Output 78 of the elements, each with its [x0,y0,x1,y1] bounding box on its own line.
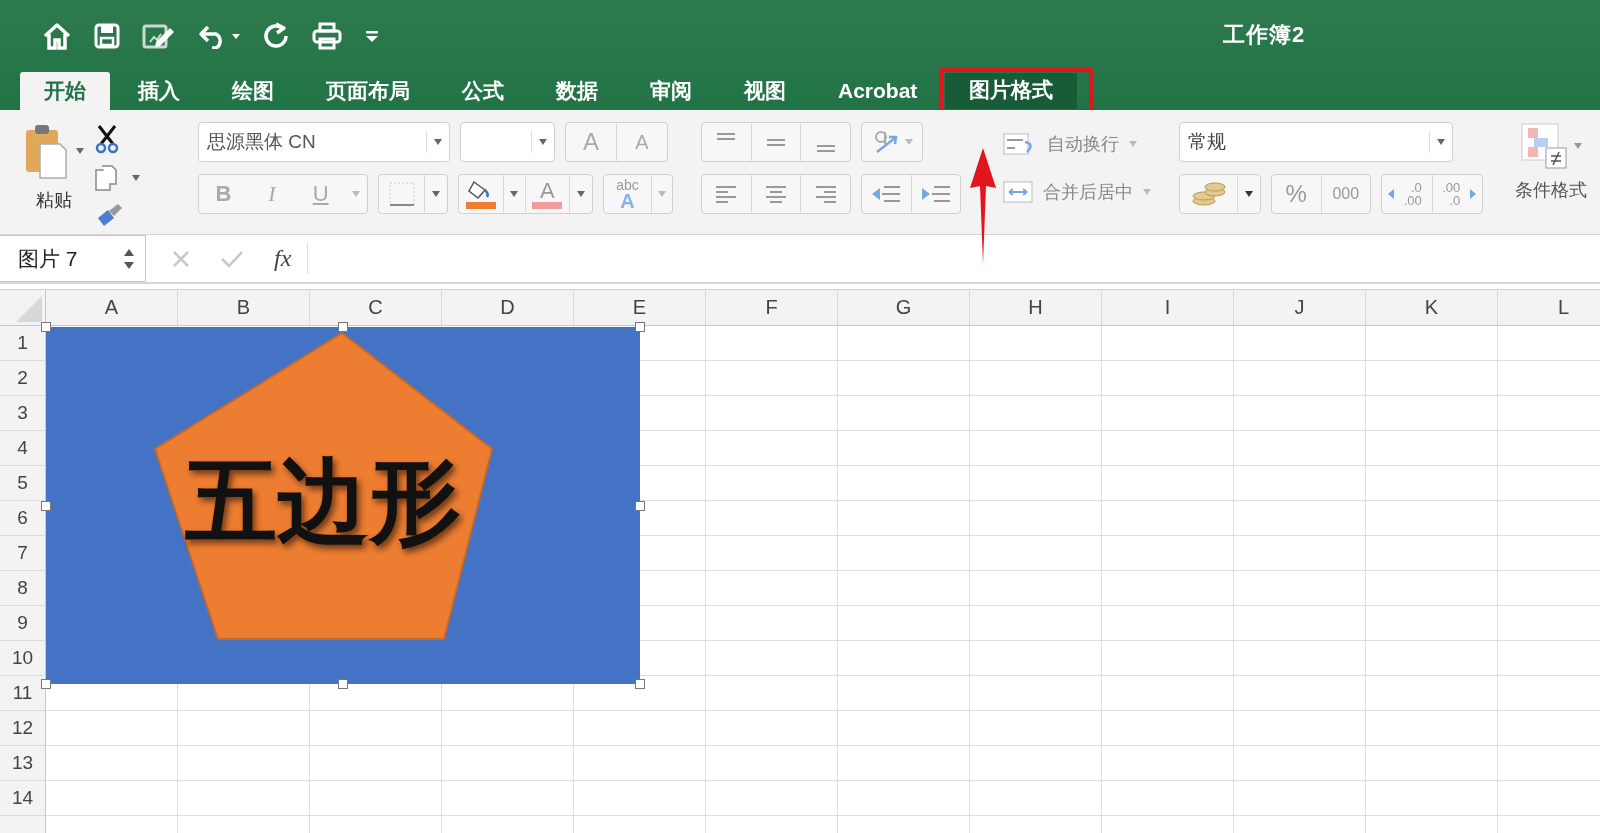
window-title: 工作簿2 [1223,21,1306,49]
scissors-icon[interactable] [94,124,120,154]
print-icon[interactable] [312,22,342,50]
column-header[interactable]: C [310,290,442,326]
caret-icon[interactable] [1245,191,1253,197]
row-header[interactable]: 13 [0,746,46,781]
row-header[interactable]: 1 [0,326,46,361]
insert-function-button[interactable]: fx [274,245,292,272]
name-box[interactable]: 图片 7 [0,235,146,282]
caret-icon[interactable] [432,191,440,197]
resize-handle[interactable] [41,500,51,511]
resize-handle[interactable] [338,322,348,332]
ribbon-tab[interactable]: 开始 [20,72,110,110]
resize-handle[interactable] [338,679,348,689]
customize-toolbar-icon[interactable] [364,29,380,43]
caret-icon[interactable] [577,191,585,197]
conditional-format-button[interactable]: 条件格式 [1515,178,1587,202]
row-header[interactable]: 4 [0,431,46,466]
row-header[interactable]: 14 [0,781,46,816]
column-header[interactable]: G [838,290,970,326]
row-header[interactable]: 5 [0,466,46,501]
column-header[interactable]: F [706,290,838,326]
caret-icon[interactable] [1437,139,1445,145]
caret-icon[interactable] [539,139,547,145]
ribbon-tab[interactable]: 绘图 [208,74,298,110]
column-header[interactable]: J [1234,290,1366,326]
resize-handle[interactable] [635,500,645,511]
column-header[interactable]: I [1102,290,1234,326]
number-format-field[interactable]: 常规 [1179,122,1453,162]
paste-icon[interactable] [24,122,68,180]
caret-icon[interactable] [132,175,140,181]
merge-center-icon[interactable] [1003,180,1033,204]
home-icon[interactable] [42,22,72,50]
ribbon-tab[interactable]: 审阅 [626,74,716,110]
ribbon-tab[interactable]: 插入 [114,74,204,110]
save-icon[interactable] [94,23,120,49]
resize-handle[interactable] [635,322,645,332]
copy-icon[interactable] [94,164,120,192]
ribbon-tab[interactable]: 页面布局 [302,74,434,110]
spinner-icon[interactable] [123,247,135,270]
font-name-field[interactable]: 思源黑体 CN [198,122,450,162]
conditional-format-icon[interactable] [1520,122,1568,170]
border-icon[interactable] [387,181,416,207]
column-header[interactable]: B [178,290,310,326]
image-background[interactable]: 五边形 [46,327,640,684]
row-header[interactable]: 3 [0,396,46,431]
row-header[interactable]: 11 [0,676,46,711]
column-header[interactable]: H [970,290,1102,326]
caret-icon[interactable] [434,139,442,145]
redo-icon[interactable] [262,22,290,50]
resize-handle[interactable] [635,679,645,689]
row-header[interactable]: 8 [0,571,46,606]
paste-label: 粘贴 [36,189,72,212]
row-header[interactable]: 10 [0,641,46,676]
caret-icon[interactable] [510,191,518,197]
ribbon-tab[interactable]: 图片格式 [945,73,1078,109]
column-header[interactable]: K [1366,290,1498,326]
column-header[interactable]: E [574,290,706,326]
row-header[interactable]: 12 [0,711,46,746]
increase-indent-icon[interactable] [919,183,952,205]
ribbon-tab[interactable]: 数据 [532,74,622,110]
ribbon-tab[interactable]: Acrobat [814,74,942,110]
resize-handle[interactable] [41,322,51,332]
row-header[interactable]: 2 [0,361,46,396]
ribbon-tab[interactable]: 视图 [720,74,810,110]
row-header[interactable]: 6 [0,501,46,536]
column-header[interactable]: L [1498,290,1600,326]
fill-color-icon[interactable] [464,178,497,210]
row-header[interactable]: 9 [0,606,46,641]
caret-icon[interactable] [76,148,84,154]
row-header[interactable]: 7 [0,536,46,571]
edit-document-icon[interactable] [142,22,176,50]
column-header[interactable]: D [442,290,574,326]
column-header[interactable]: A [46,290,178,326]
ribbon-tab[interactable]: 公式 [438,74,528,110]
decrease-indent-icon[interactable] [870,183,903,205]
resize-handle[interactable] [41,679,51,689]
font-size-field[interactable] [460,122,555,162]
